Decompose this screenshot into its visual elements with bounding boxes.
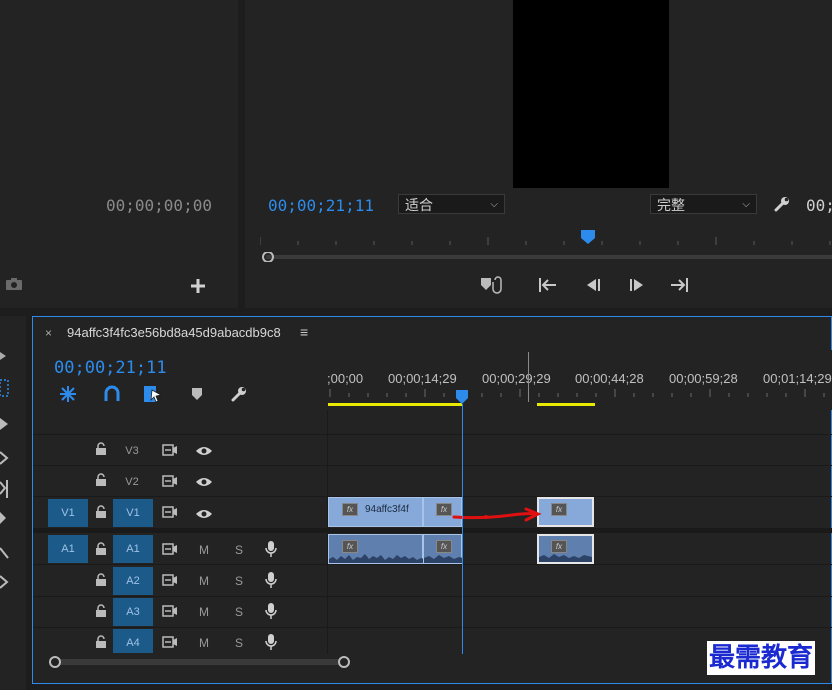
program-timecode-right: 00; (806, 196, 832, 215)
program-monitor: 00;00;21;11 适合 ⌵ 完整 ⌵ 00; (245, 0, 832, 308)
lock-icon[interactable] (94, 573, 108, 587)
eye-icon[interactable] (195, 507, 213, 519)
track-name-a1[interactable]: A1 (113, 535, 153, 563)
program-playhead[interactable] (581, 230, 595, 244)
source-patch-v1[interactable]: V1 (48, 499, 88, 527)
add-marker-icon[interactable] (479, 276, 507, 294)
sync-lock-icon[interactable] (162, 604, 178, 618)
snap-magnet-icon[interactable] (103, 385, 121, 403)
lock-icon[interactable] (94, 473, 108, 487)
mute-button[interactable]: M (196, 605, 212, 619)
eye-icon[interactable] (195, 444, 213, 456)
track-name-a3[interactable]: A3 (113, 598, 153, 626)
add-marker-icon[interactable] (190, 387, 204, 401)
mute-button[interactable]: M (196, 636, 212, 650)
add-icon[interactable] (190, 278, 206, 294)
quality-dropdown[interactable]: 完整 ⌵ (650, 194, 757, 214)
clip-name: 94affc3f4f (365, 504, 409, 515)
sync-lock-icon[interactable] (162, 474, 178, 488)
render-bar-yellow (537, 403, 595, 406)
solo-button[interactable]: S (231, 543, 247, 557)
mute-button[interactable]: M (196, 543, 212, 557)
ruler-label: 00;00;29;29 (482, 371, 551, 386)
sync-lock-icon[interactable] (162, 542, 178, 556)
program-zoom-scrollbar[interactable] (260, 249, 832, 263)
out-point-line (528, 352, 529, 402)
watermark-text: 最需教育 (707, 641, 816, 675)
video-audio-divider[interactable] (33, 528, 832, 533)
chevron-down-icon: ⌵ (490, 199, 498, 210)
audio-clip[interactable]: fx (423, 534, 463, 564)
timeline-timecode[interactable]: 00;00;21;11 (54, 358, 167, 378)
track-header-divider (327, 410, 328, 654)
nest-sequence-icon[interactable] (58, 385, 78, 403)
timeline-playhead[interactable] (456, 390, 468, 404)
microphone-icon[interactable] (265, 540, 277, 558)
solo-button[interactable]: S (231, 636, 247, 650)
timeline-zoom-scrollbar[interactable] (48, 655, 350, 668)
sync-lock-icon[interactable] (162, 505, 178, 519)
audio-clip[interactable]: fx (328, 534, 424, 564)
microphone-icon[interactable] (265, 633, 277, 651)
sync-lock-icon[interactable] (162, 443, 178, 457)
video-clip[interactable]: fx 94affc3f4f (328, 497, 423, 527)
close-icon[interactable]: × (45, 326, 52, 340)
camera-icon[interactable] (4, 277, 24, 296)
microphone-icon[interactable] (265, 602, 277, 620)
linked-selection-icon[interactable] (143, 385, 163, 403)
lock-icon[interactable] (94, 542, 108, 556)
fx-badge: fx (436, 503, 452, 516)
ruler-ticks (327, 389, 832, 403)
ruler-label: 00;00;44;28 (575, 371, 644, 386)
source-patch-a1[interactable]: A1 (48, 535, 88, 563)
program-mini-ruler[interactable] (259, 232, 832, 245)
annotation-arrow (452, 505, 542, 525)
fit-dropdown-value: 适合 (405, 197, 433, 213)
fx-badge: fx (551, 503, 567, 516)
ruler-label: 00;00;14;29 (388, 371, 457, 386)
fx-badge: fx (342, 503, 358, 516)
sequence-tab-title[interactable]: 94affc3f4fc3e56bd8a45d9abacdb9c8 (67, 325, 281, 340)
source-monitor: 00;00;00;00 (0, 0, 238, 308)
step-forward-icon[interactable] (627, 277, 647, 293)
track-name-v2[interactable]: V2 (117, 476, 147, 488)
chevron-down-icon: ⌵ (742, 199, 750, 210)
program-timecode[interactable]: 00;00;21;11 (268, 196, 374, 215)
track-name-v1[interactable]: V1 (113, 499, 153, 527)
wrench-icon[interactable] (773, 195, 791, 213)
step-back-icon[interactable] (583, 277, 603, 293)
source-timecode: 00;00;00;00 (106, 196, 212, 215)
video-clip-selected[interactable]: fx (537, 497, 594, 527)
lock-icon[interactable] (94, 604, 108, 618)
ruler-label: ;00;00 (327, 371, 364, 386)
microphone-icon[interactable] (265, 571, 277, 589)
audio-clip-selected[interactable]: fx (537, 534, 594, 564)
go-to-in-icon[interactable] (538, 277, 558, 293)
eye-icon[interactable] (195, 475, 213, 487)
tool-track-select-icon[interactable] (0, 352, 10, 589)
render-bar-yellow (328, 403, 462, 406)
go-to-out-icon[interactable] (669, 277, 689, 293)
playhead-line (462, 404, 463, 654)
solo-button[interactable]: S (231, 605, 247, 619)
program-video-frame (513, 0, 669, 188)
lock-icon[interactable] (94, 635, 108, 649)
sync-lock-icon[interactable] (162, 573, 178, 587)
lock-icon[interactable] (94, 442, 108, 456)
track-name-a4[interactable]: A4 (113, 629, 153, 653)
sync-lock-icon[interactable] (162, 635, 178, 649)
ruler-label: 00;01;14;29 (763, 371, 832, 386)
quality-dropdown-value: 完整 (657, 197, 685, 213)
tools-panel (0, 316, 26, 690)
solo-button[interactable]: S (231, 574, 247, 588)
track-name-v3[interactable]: V3 (117, 445, 147, 457)
track-name-a2[interactable]: A2 (113, 567, 153, 595)
panel-menu-icon[interactable]: ≡ (300, 324, 308, 340)
fit-dropdown[interactable]: 适合 ⌵ (398, 194, 505, 214)
timeline-settings-wrench-icon[interactable] (230, 385, 248, 403)
mute-button[interactable]: M (196, 574, 212, 588)
ruler-label: 00;00;59;28 (669, 371, 738, 386)
lock-icon[interactable] (94, 505, 108, 519)
